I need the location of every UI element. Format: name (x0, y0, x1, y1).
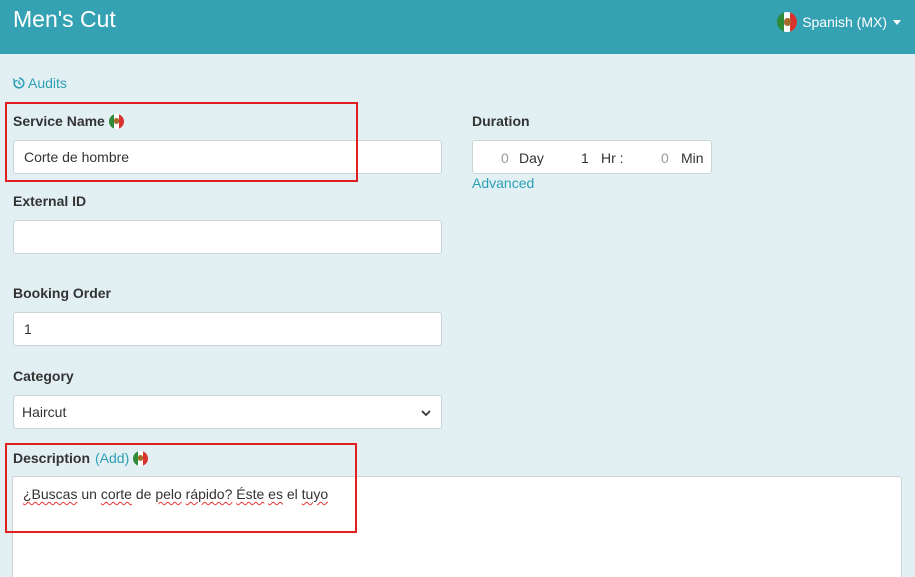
external-id-label: External ID (13, 193, 86, 209)
description-word: ¿Buscas (23, 486, 78, 502)
history-icon (13, 77, 25, 89)
duration-label: Duration (472, 113, 530, 129)
duration-day-value[interactable]: 0 (501, 150, 509, 166)
description-word: el (286, 486, 298, 502)
description-label: Description (Add) (13, 450, 149, 466)
duration-label-text: Duration (472, 113, 530, 129)
external-id-label-text: External ID (13, 193, 87, 209)
booking-order-label: Booking Order (13, 285, 111, 301)
duration-min-unit: Min (681, 150, 704, 166)
description-word: Éste (236, 486, 265, 502)
booking-order-value: 1 (24, 321, 32, 337)
duration-hr-value[interactable]: 1 (581, 150, 589, 166)
mexico-flag-icon (777, 12, 798, 32)
description-word: un (81, 486, 97, 502)
category-select[interactable]: Haircut (13, 395, 442, 429)
description-textarea[interactable]: ¿Buscas un corte de pelo rápido? Éste es… (12, 476, 902, 577)
category-label-text: Category (13, 368, 74, 384)
description-label-text: Description (13, 450, 91, 466)
audits-link-label: Audits (28, 75, 67, 91)
duration-day-unit: Day (519, 150, 544, 166)
service-name-label: Service Name (13, 113, 124, 129)
duration-hr-unit: Hr : (601, 150, 624, 166)
advanced-link[interactable]: Advanced (472, 175, 534, 191)
description-word: pelo (155, 486, 182, 502)
service-name-label-text: Service Name (13, 113, 105, 129)
category-selected-value: Haircut (22, 404, 67, 420)
top-bar: Men's Cut Spanish (MX) (0, 0, 915, 54)
booking-order-label-text: Booking Order (13, 285, 112, 301)
duration-input[interactable]: 0 Day 1 Hr : 0 Min (472, 140, 712, 174)
external-id-input[interactable] (13, 220, 442, 254)
audits-link[interactable]: Audits (13, 75, 67, 91)
description-word: es (268, 486, 283, 502)
description-word: tuyo (301, 486, 329, 502)
caret-down-icon (893, 19, 901, 25)
service-name-value: Corte de hombre (24, 149, 130, 165)
category-label: Category (13, 368, 74, 384)
page-title: Men's Cut (13, 6, 116, 32)
description-word: de (135, 486, 152, 502)
mexico-flag-icon (108, 113, 124, 129)
booking-order-input[interactable]: 1 (13, 312, 442, 346)
mexico-flag-icon (133, 450, 149, 466)
language-selector[interactable]: Spanish (MX) (777, 12, 901, 32)
duration-min-value[interactable]: 0 (661, 150, 669, 166)
description-word: corte (100, 486, 132, 502)
description-word: rápido? (185, 486, 233, 502)
chevron-down-icon (421, 410, 431, 417)
service-name-input[interactable]: Corte de hombre (13, 140, 442, 174)
description-add-link[interactable]: (Add) (95, 450, 129, 466)
language-label: Spanish (MX) (802, 14, 887, 30)
